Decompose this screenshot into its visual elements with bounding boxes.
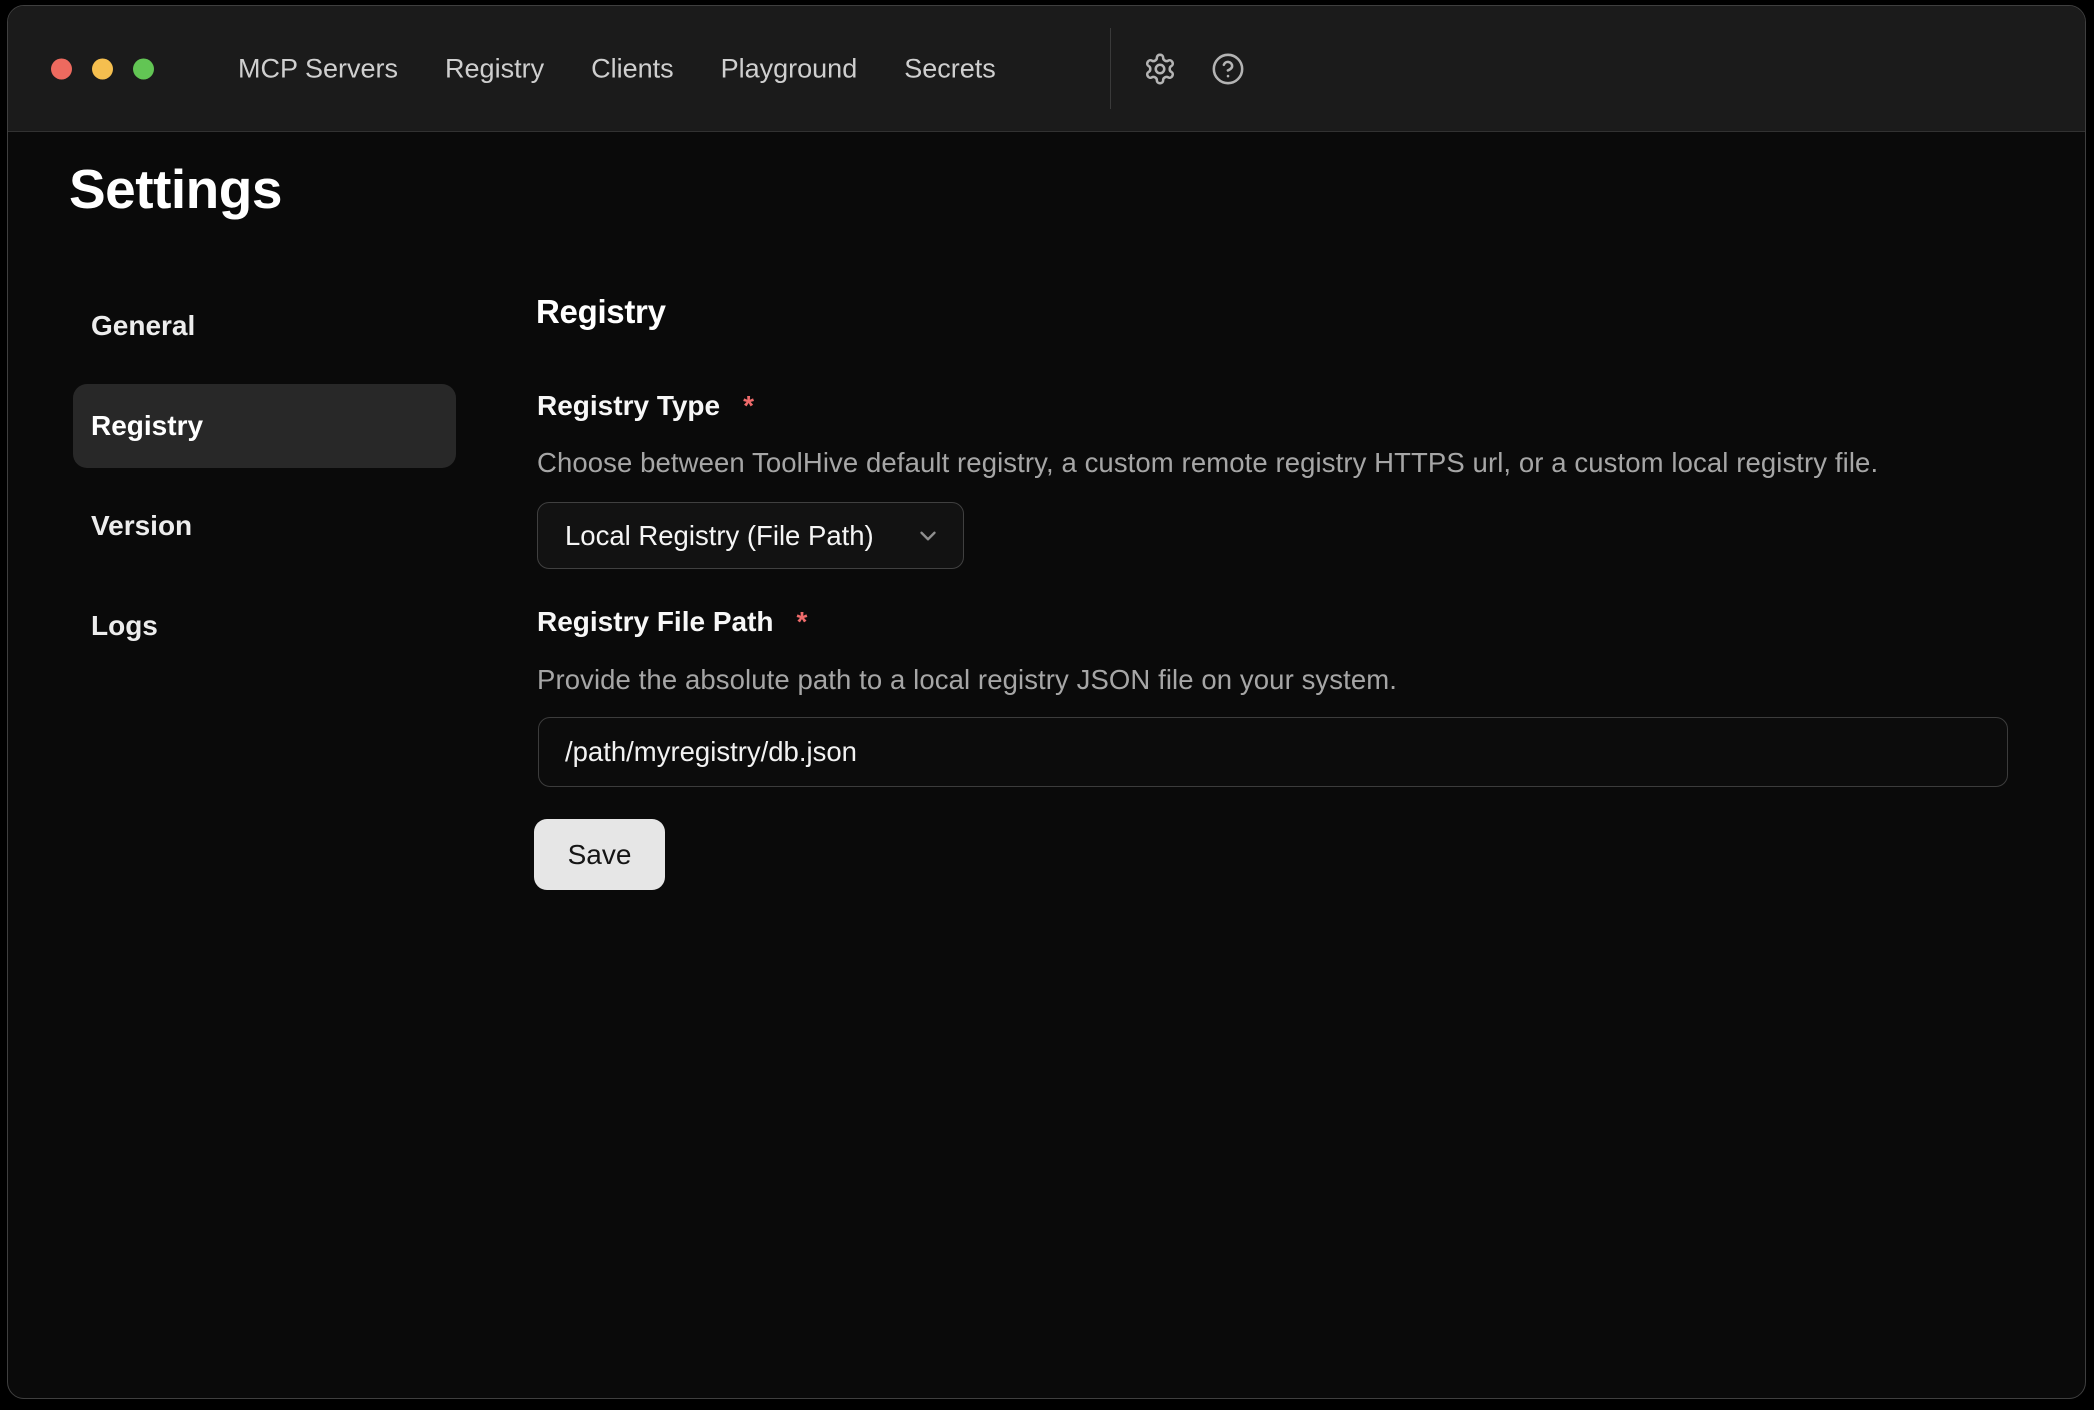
nav-clients[interactable]: Clients <box>591 53 674 84</box>
file-path-label: Registry File Path * <box>537 608 807 636</box>
registry-type-select[interactable]: Local Registry (File Path) <box>537 502 964 569</box>
gear-icon <box>1143 52 1177 86</box>
nav-playground[interactable]: Playground <box>721 53 858 84</box>
page-title: Settings <box>69 162 282 217</box>
titlebar: MCP Servers Registry Clients Playground … <box>8 6 2085 132</box>
nav-secrets[interactable]: Secrets <box>904 53 996 84</box>
top-nav: MCP Servers Registry Clients Playground … <box>238 53 996 84</box>
sidebar-item-registry[interactable]: Registry <box>73 384 456 468</box>
required-marker: * <box>743 392 754 420</box>
help-button[interactable] <box>1206 47 1250 91</box>
sidebar-item-version[interactable]: Version <box>73 484 456 568</box>
sidebar-item-general[interactable]: General <box>73 284 456 368</box>
registry-type-label-text: Registry Type <box>537 392 720 420</box>
save-button[interactable]: Save <box>534 819 665 890</box>
settings-sidebar: General Registry Version Logs <box>73 284 456 668</box>
file-path-label-text: Registry File Path <box>537 608 774 636</box>
registry-type-label: Registry Type * <box>537 392 754 420</box>
traffic-lights <box>51 58 154 79</box>
titlebar-divider <box>1110 28 1111 109</box>
nav-registry[interactable]: Registry <box>445 53 544 84</box>
minimize-button[interactable] <box>92 58 113 79</box>
app-window: MCP Servers Registry Clients Playground … <box>7 5 2086 1399</box>
nav-mcp-servers[interactable]: MCP Servers <box>238 53 398 84</box>
required-marker: * <box>797 608 808 636</box>
file-path-description: Provide the absolute path to a local reg… <box>537 666 1397 694</box>
chevron-down-icon <box>915 523 941 549</box>
settings-button[interactable] <box>1138 47 1182 91</box>
registry-type-selected-value: Local Registry (File Path) <box>565 520 874 552</box>
registry-type-description: Choose between ToolHive default registry… <box>537 449 1878 477</box>
close-button[interactable] <box>51 58 72 79</box>
sidebar-item-logs[interactable]: Logs <box>73 584 456 668</box>
section-heading: Registry <box>536 295 666 328</box>
help-circle-icon <box>1211 52 1245 86</box>
zoom-button[interactable] <box>133 58 154 79</box>
file-path-input[interactable] <box>538 717 2008 787</box>
